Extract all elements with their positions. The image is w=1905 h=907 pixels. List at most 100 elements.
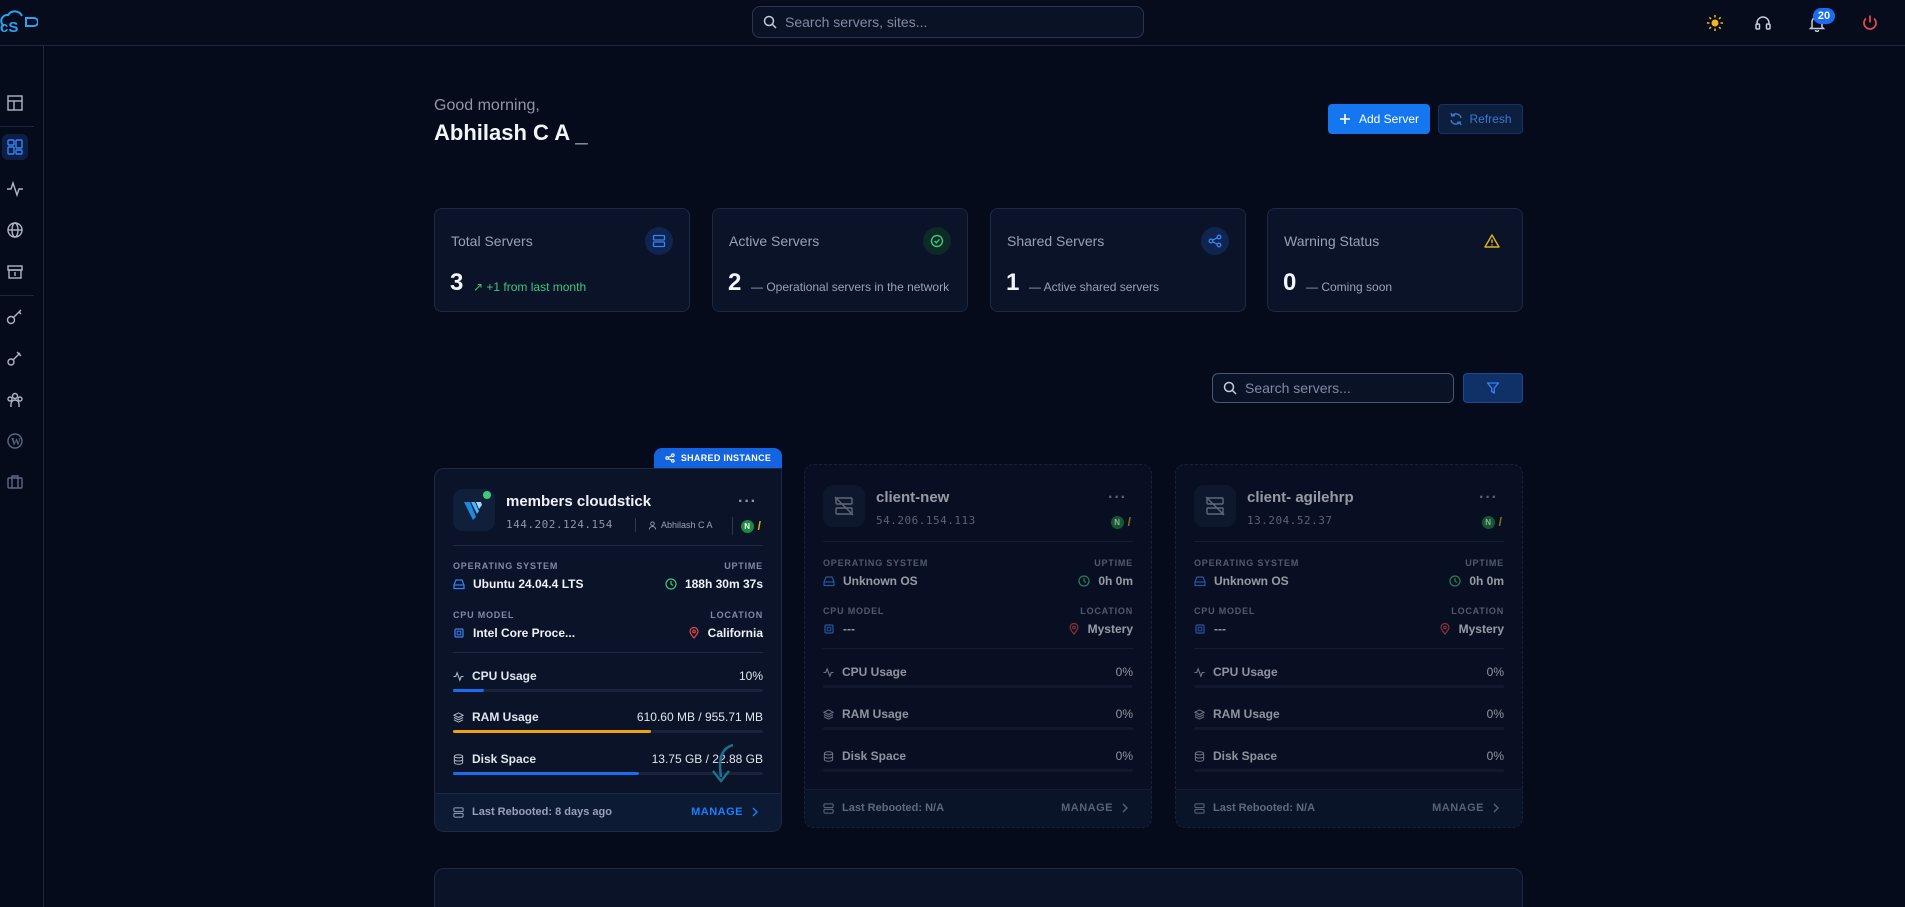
location-caption: LOCATION (1451, 606, 1504, 616)
layers-icon (1194, 708, 1205, 720)
server-name[interactable]: members cloudstick (506, 493, 651, 510)
sidebar-item-servers[interactable] (2, 134, 28, 160)
typing-cursor: _ (575, 120, 588, 145)
sidebar-item-activity[interactable] (2, 176, 28, 202)
clock-icon (1449, 575, 1461, 587)
database-icon (1194, 750, 1205, 762)
os-caption: OPERATING SYSTEM (823, 558, 929, 568)
sidebar-item-team[interactable] (2, 387, 28, 413)
theme-toggle-button[interactable] (1704, 12, 1726, 34)
stat-label: Shared Servers (1007, 233, 1105, 249)
stat-card-shared-servers: Shared Servers 1 — Active shared servers (990, 208, 1246, 312)
cpu-model-value: --- (823, 622, 855, 636)
stat-value: 1 (1006, 269, 1020, 296)
server-icon (1194, 802, 1205, 814)
last-rebooted-text: Last Rebooted: 8 days ago (472, 806, 612, 818)
cpu-chip-icon (454, 628, 464, 638)
location-caption: LOCATION (1080, 606, 1133, 616)
os-caption: OPERATING SYSTEM (453, 561, 559, 571)
cpu-chip-icon (1195, 624, 1205, 634)
add-server-button[interactable]: Add Server (1328, 104, 1430, 134)
server-ip: 13.204.52.37 (1247, 514, 1333, 527)
more-options-icon[interactable]: ··· (738, 493, 757, 511)
sidebar-item-workspace[interactable] (2, 469, 28, 495)
dash-glyph: — (751, 280, 763, 294)
stat-value: 0 (1283, 269, 1297, 296)
location-value: Mystery (1439, 622, 1504, 636)
server-card-client-new[interactable]: client-new 54.206.154.113 ··· N / OPERAT… (804, 464, 1152, 828)
ram-usage-label: RAM Usage (1194, 707, 1280, 721)
sidebar-item-archive[interactable] (2, 259, 28, 285)
trend-up-icon: ↗ (473, 280, 484, 294)
more-options-icon[interactable]: ··· (1108, 489, 1127, 507)
user-name: Abhilash C A (434, 120, 570, 145)
cpu-usage-value: 0% (1486, 665, 1504, 679)
shared-instance-tag: SHARED INSTANCE (654, 448, 782, 468)
activity-icon (823, 666, 834, 678)
refresh-button[interactable]: Refresh (1438, 104, 1523, 134)
disk-drive-icon (453, 579, 465, 590)
activity-icon (453, 670, 464, 682)
manage-button[interactable]: MANAGE (691, 806, 759, 818)
manage-label: MANAGE (1061, 802, 1113, 814)
uptime-caption: UPTIME (1465, 558, 1504, 568)
server-card-client-agilehrp[interactable]: client- agilehrp 13.204.52.37 ··· N / OP… (1175, 464, 1523, 828)
global-search-box[interactable] (752, 6, 1144, 38)
server-owner: Abhilash C A (635, 518, 713, 532)
stat-note: — Coming soon (1306, 280, 1392, 294)
os-value: Unknown OS (1194, 574, 1289, 588)
manage-button[interactable]: MANAGE (1061, 802, 1129, 814)
uptime-text: 0h 0m (1098, 574, 1133, 588)
logout-button[interactable] (1859, 12, 1881, 34)
disk-drive-icon (823, 576, 835, 587)
sidebar-item-dashboard-layout[interactable] (2, 90, 28, 116)
cpu-usage-bar (1194, 685, 1504, 688)
last-rebooted-text: Last Rebooted: N/A (842, 802, 945, 814)
refresh-icon (1450, 112, 1463, 126)
sidebar-item-sites[interactable] (2, 217, 28, 243)
ram-usage-label-text: RAM Usage (472, 710, 539, 724)
cpu-model-text: --- (1214, 622, 1226, 636)
disk-space-label: Disk Space (823, 749, 906, 763)
last-rebooted-text: Last Rebooted: N/A (1213, 802, 1316, 814)
app-logo-icon[interactable]: cS (0, 10, 38, 34)
disk-space-label-text: Disk Space (1213, 749, 1278, 763)
manage-label: MANAGE (1432, 802, 1484, 814)
ram-usage-value: 0% (1486, 707, 1504, 721)
ram-usage-value: 0% (1115, 707, 1133, 721)
top-bar: cS 20 (0, 0, 1905, 46)
cpu-usage-label: CPU Usage (823, 665, 907, 679)
power-icon (1863, 15, 1877, 30)
activity-icon (7, 180, 23, 198)
server-search-box[interactable] (1212, 373, 1454, 403)
stat-label: Total Servers (451, 233, 533, 249)
os-text: Unknown OS (1214, 574, 1289, 588)
card-footer: Last Rebooted: N/A MANAGE (1176, 789, 1522, 827)
php-icon: / (1127, 515, 1131, 529)
globe-icon (7, 222, 23, 238)
server-card-members-cloudstick[interactable]: members cloudstick 144.202.124.154 Abhil… (434, 468, 782, 832)
disk-space-label-text: Disk Space (842, 749, 907, 763)
disk-space-bar (823, 769, 1133, 772)
server-search-input[interactable] (1245, 380, 1445, 396)
cpu-usage-bar-fill (453, 689, 484, 692)
server-name[interactable]: client- agilehrp (1247, 489, 1354, 506)
filter-button[interactable] (1463, 373, 1523, 403)
key-icon (6, 309, 22, 325)
manage-label: MANAGE (691, 806, 743, 818)
global-search-input[interactable] (785, 14, 1115, 30)
sidebar-item-keys[interactable] (2, 304, 28, 330)
uptime-text: 188h 30m 37s (684, 577, 763, 591)
stat-card-total-servers: Total Servers 3 ↗ +1 from last month (434, 208, 690, 312)
manage-button[interactable]: MANAGE (1432, 802, 1500, 814)
wordpress-icon: W (7, 433, 23, 449)
os-caption: OPERATING SYSTEM (1194, 558, 1300, 568)
uptime-caption: UPTIME (724, 561, 763, 571)
add-server-label: Add Server (1358, 112, 1420, 126)
sidebar-item-integrations[interactable] (2, 345, 28, 371)
server-name[interactable]: client-new (876, 489, 949, 506)
server-offline-icon (823, 485, 865, 527)
more-options-icon[interactable]: ··· (1479, 489, 1498, 507)
support-button[interactable] (1752, 12, 1774, 34)
sidebar-item-wordpress[interactable]: W (2, 428, 28, 454)
